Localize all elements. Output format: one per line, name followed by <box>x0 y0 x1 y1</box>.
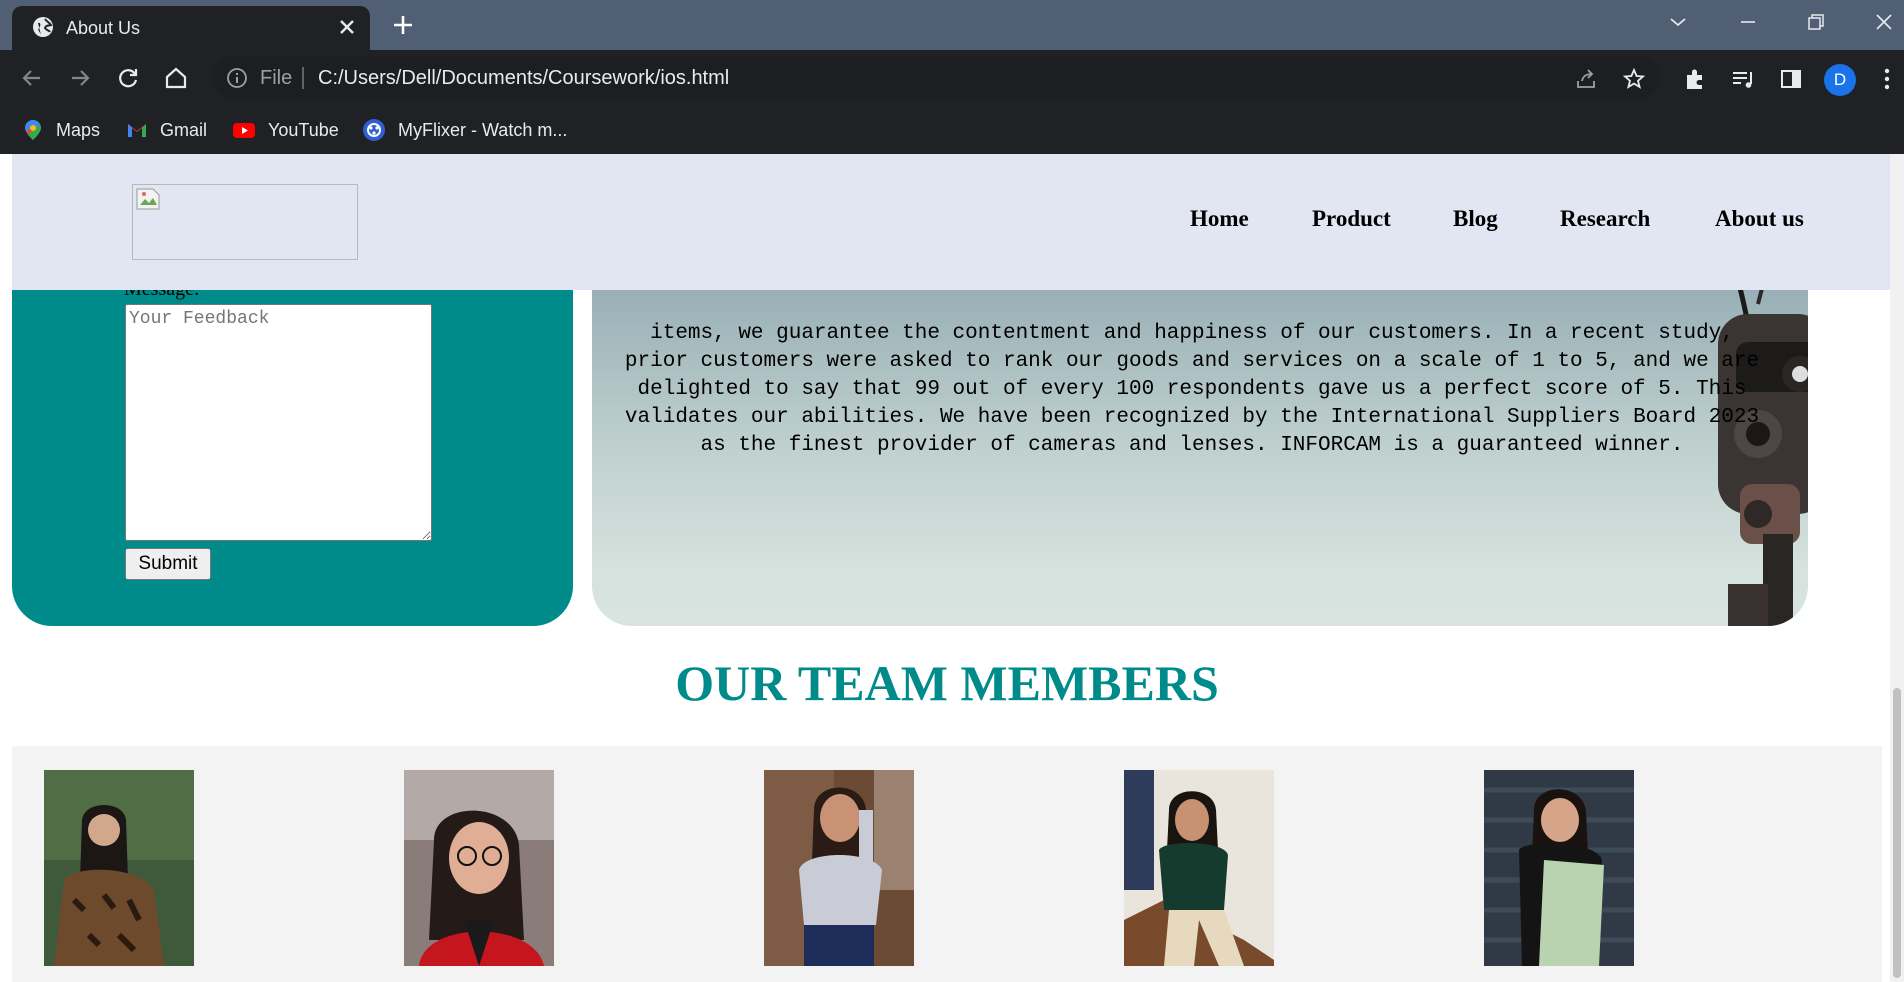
bookmark-label: Gmail <box>160 119 208 140</box>
close-tab-icon[interactable] <box>338 18 356 36</box>
url-scheme-label: File <box>260 67 293 89</box>
bookmark-gmail[interactable]: Gmail <box>126 116 207 144</box>
myflixer-icon <box>363 119 385 141</box>
address-bar[interactable]: File C:/Users/Dell/Documents/Coursework/… <box>212 56 1660 100</box>
side-panel-icon[interactable] <box>1778 66 1804 92</box>
broken-image-icon <box>136 188 160 210</box>
team-members-row <box>12 746 1882 982</box>
bookmark-label: YouTube <box>268 119 339 140</box>
minimize-icon[interactable] <box>1736 10 1760 34</box>
team-member-photo <box>404 770 554 966</box>
site-header: Home Product Blog Research About us <box>12 154 1896 290</box>
bookmark-youtube[interactable]: YouTube <box>232 116 339 144</box>
globe-icon <box>33 17 53 37</box>
team-member-photo <box>1124 770 1274 966</box>
nav-home[interactable]: Home <box>1190 206 1249 232</box>
restore-icon[interactable] <box>1804 10 1828 34</box>
nav-product[interactable]: Product <box>1312 206 1391 232</box>
bookmark-myflixer[interactable]: MyFlixer - Watch m... <box>362 116 567 144</box>
tab-search-chevron-icon[interactable] <box>1666 10 1690 34</box>
bookmark-label: MyFlixer - Watch m... <box>398 119 568 140</box>
bookmark-label: Maps <box>56 119 101 140</box>
close-window-icon[interactable] <box>1872 10 1896 34</box>
nav-research[interactable]: Research <box>1560 206 1650 232</box>
gmail-icon <box>128 124 146 137</box>
nav-about-us[interactable]: About us <box>1715 206 1804 232</box>
team-heading: OUR TEAM MEMBERS <box>675 655 1219 711</box>
back-arrow-icon[interactable] <box>18 64 46 92</box>
new-tab-plus-icon[interactable] <box>392 14 414 36</box>
nav-blog[interactable]: Blog <box>1453 206 1498 232</box>
team-member-photo <box>44 770 194 966</box>
browser-toolbar: File C:/Users/Dell/Documents/Coursework/… <box>0 50 1904 106</box>
team-member-photo <box>764 770 914 966</box>
more-menu-icon[interactable] <box>1874 66 1900 92</box>
scrollbar-thumb[interactable] <box>1893 688 1901 978</box>
url-separator <box>302 67 304 89</box>
maps-icon <box>25 120 41 140</box>
bookmarks-bar: Maps Gmail YouTube MyFlixer - Watch m... <box>0 106 1904 154</box>
tab-title: About Us <box>66 18 141 38</box>
extensions-puzzle-icon[interactable] <box>1682 66 1708 92</box>
media-queue-icon[interactable] <box>1730 66 1756 92</box>
page-scrollbar[interactable] <box>1890 154 1904 982</box>
url-text[interactable]: C:/Users/Dell/Documents/Coursework/ios.h… <box>318 67 729 90</box>
tab-strip: About Us <box>0 0 1904 50</box>
about-text: items, we guarantee the contentment and … <box>624 322 1760 457</box>
submit-button[interactable]: Submit <box>125 548 211 580</box>
browser-tab-active[interactable]: About Us <box>12 6 370 50</box>
bookmark-star-icon[interactable] <box>1622 67 1646 91</box>
profile-avatar[interactable]: D <box>1824 64 1856 96</box>
forward-arrow-icon[interactable] <box>66 64 94 92</box>
reload-icon[interactable] <box>114 64 142 92</box>
bookmark-maps[interactable]: Maps <box>22 116 100 144</box>
youtube-icon <box>233 123 255 138</box>
home-icon[interactable] <box>162 64 190 92</box>
team-member-photo <box>1484 770 1634 966</box>
logo-broken-image[interactable] <box>132 184 358 260</box>
page-viewport: Message: Submit items, we guarantee the … <box>0 154 1904 982</box>
site-info-icon[interactable] <box>226 67 248 89</box>
share-icon[interactable] <box>1574 67 1598 91</box>
feedback-textarea[interactable] <box>125 304 432 541</box>
